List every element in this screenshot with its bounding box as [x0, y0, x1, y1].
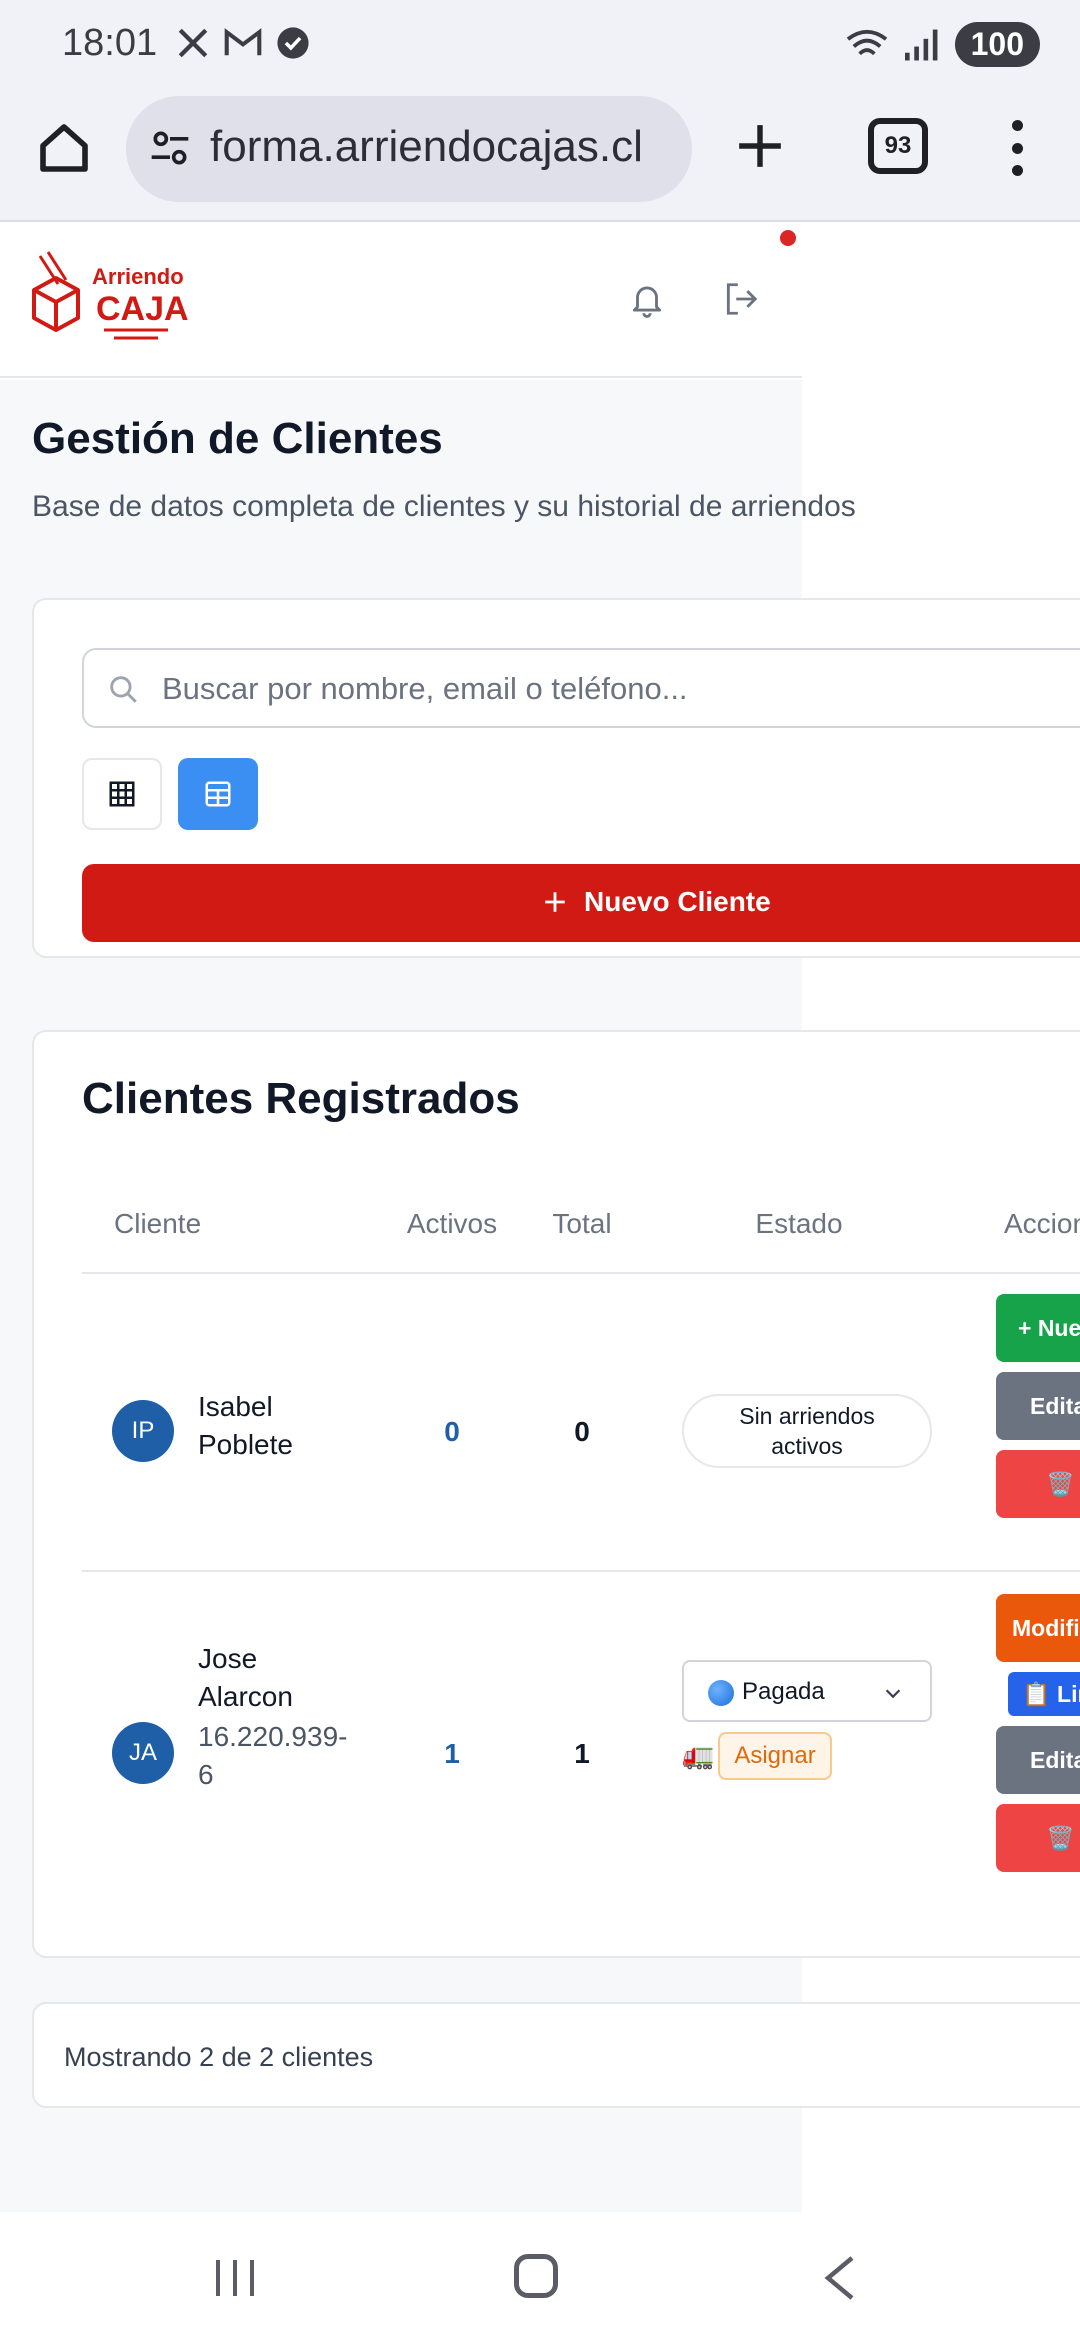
page-subtitle: Base de datos completa de clientes y su …: [32, 490, 856, 523]
column-header-cliente: Cliente: [114, 1208, 202, 1239]
menu-dot: [1011, 142, 1023, 154]
clients-card: Clientes Registrados Cliente Activos Tot…: [32, 1030, 1080, 1958]
plus-icon: [545, 892, 565, 912]
client-rut-line2: 6: [198, 1759, 214, 1790]
home-nav-icon[interactable]: [514, 2254, 558, 2298]
back-icon[interactable]: [822, 2256, 858, 2300]
status-right-area: 100: [845, 22, 1040, 67]
browser-home-button[interactable]: [32, 116, 96, 180]
recent-apps-icon[interactable]: [212, 2258, 258, 2298]
tab-switcher-button[interactable]: 93: [868, 118, 928, 174]
menu-dot: [1011, 165, 1023, 176]
url-text[interactable]: forma.arriendocajas.cl: [210, 122, 680, 172]
status-bar: 18:01 100: [0, 0, 1080, 90]
column-header-total: Total: [552, 1208, 612, 1239]
home-icon: [40, 124, 88, 172]
arriendo-cajas-logo[interactable]: Arriendo CAJAS: [28, 250, 188, 350]
new-tab-button[interactable]: [728, 114, 792, 178]
client-rut-line1: 16.220.939-: [198, 1721, 348, 1752]
delete-button[interactable]: 🗑️: [996, 1804, 1080, 1872]
grid-icon: [109, 781, 135, 807]
plus-icon: [739, 125, 781, 167]
status-text-line2: activos: [771, 1433, 843, 1459]
signal-icon: [904, 29, 938, 60]
search-input[interactable]: [162, 664, 1062, 714]
browser-toolbar: forma.arriendocajas.cl 93: [0, 90, 1080, 222]
search-box[interactable]: [82, 648, 1080, 728]
search-icon: [110, 676, 137, 703]
system-navigation-bar: [0, 2212, 1080, 2340]
avatar: JA: [112, 1722, 174, 1784]
assign-button[interactable]: Asignar: [718, 1732, 832, 1780]
client-name-line2: Alarcon: [198, 1681, 293, 1712]
new-client-button[interactable]: Nuevo Cliente: [82, 864, 1080, 942]
bell-icon[interactable]: [628, 280, 666, 318]
logo-text-cajas: CAJAS: [96, 290, 188, 328]
header-divider: [82, 1272, 1080, 1274]
modify-button[interactable]: Modificar: [996, 1594, 1080, 1662]
delete-button[interactable]: 🗑️: [996, 1450, 1080, 1518]
status-time: 18:01: [62, 22, 158, 64]
results-count: Mostrando 2 de 2 clientes: [64, 2042, 374, 2072]
activos-count[interactable]: 0: [392, 1416, 512, 1448]
check-badge-icon: [277, 27, 309, 59]
table-icon: [205, 781, 231, 807]
link-button[interactable]: 📋 Link: [1008, 1672, 1080, 1716]
wifi-icon: [846, 29, 887, 55]
new-client-label: Nuevo Cliente: [584, 886, 771, 917]
column-header-activos: Activos: [406, 1208, 498, 1239]
pagination-footer: Mostrando 2 de 2 clientes: [32, 2002, 1080, 2108]
site-settings-icon[interactable]: [148, 126, 192, 170]
status-notification-icons: [176, 26, 310, 60]
logout-icon[interactable]: [722, 280, 760, 318]
x-icon: [178, 28, 208, 58]
gmail-icon: [224, 28, 262, 56]
truck-icon: 🚛: [682, 1740, 715, 1770]
menu-dot: [1011, 120, 1023, 131]
activos-count[interactable]: 1: [392, 1738, 512, 1770]
blue-circle-icon: [708, 1680, 734, 1706]
chevron-down-icon: [885, 1689, 901, 1699]
edit-button[interactable]: Editar: [996, 1726, 1080, 1794]
client-name-line1: Isabel: [198, 1391, 273, 1422]
notification-dot: [780, 230, 796, 246]
page-title: Gestión de Clientes: [32, 414, 443, 463]
row-divider: [82, 1570, 1080, 1572]
status-badge: Sin arriendos activos: [682, 1394, 932, 1468]
avatar: IP: [112, 1400, 174, 1462]
search-card: Nuevo Cliente: [32, 598, 1080, 958]
total-count: 1: [574, 1738, 590, 1769]
payment-status-select[interactable]: Pagada: [682, 1660, 932, 1722]
browser-menu-button[interactable]: [1002, 116, 1032, 180]
grid-view-button[interactable]: [82, 758, 162, 830]
column-header-acciones: Acciones: [1004, 1208, 1080, 1239]
payment-status-value: Pagada: [742, 1678, 825, 1705]
status-text-line1: Sin arriendos: [739, 1403, 875, 1429]
address-bar[interactable]: forma.arriendocajas.cl: [126, 96, 692, 202]
client-name-line2: Poblete: [198, 1429, 293, 1460]
total-count: 0: [574, 1416, 590, 1447]
new-rental-button[interactable]: + Nuevo: [996, 1294, 1080, 1362]
table-view-button[interactable]: [178, 758, 258, 830]
column-header-estado: Estado: [755, 1208, 843, 1239]
edit-button[interactable]: Editar: [996, 1372, 1080, 1440]
clients-title: Clientes Registrados: [82, 1074, 520, 1123]
app-header: Arriendo CAJAS: [0, 224, 802, 378]
client-name-line1: Jose: [198, 1643, 258, 1674]
logo-text-arriendo: Arriendo: [92, 264, 184, 289]
battery-indicator: 100: [954, 22, 1040, 67]
web-page: Arriendo CAJAS Gestión de Clientes Base …: [0, 224, 1080, 2212]
